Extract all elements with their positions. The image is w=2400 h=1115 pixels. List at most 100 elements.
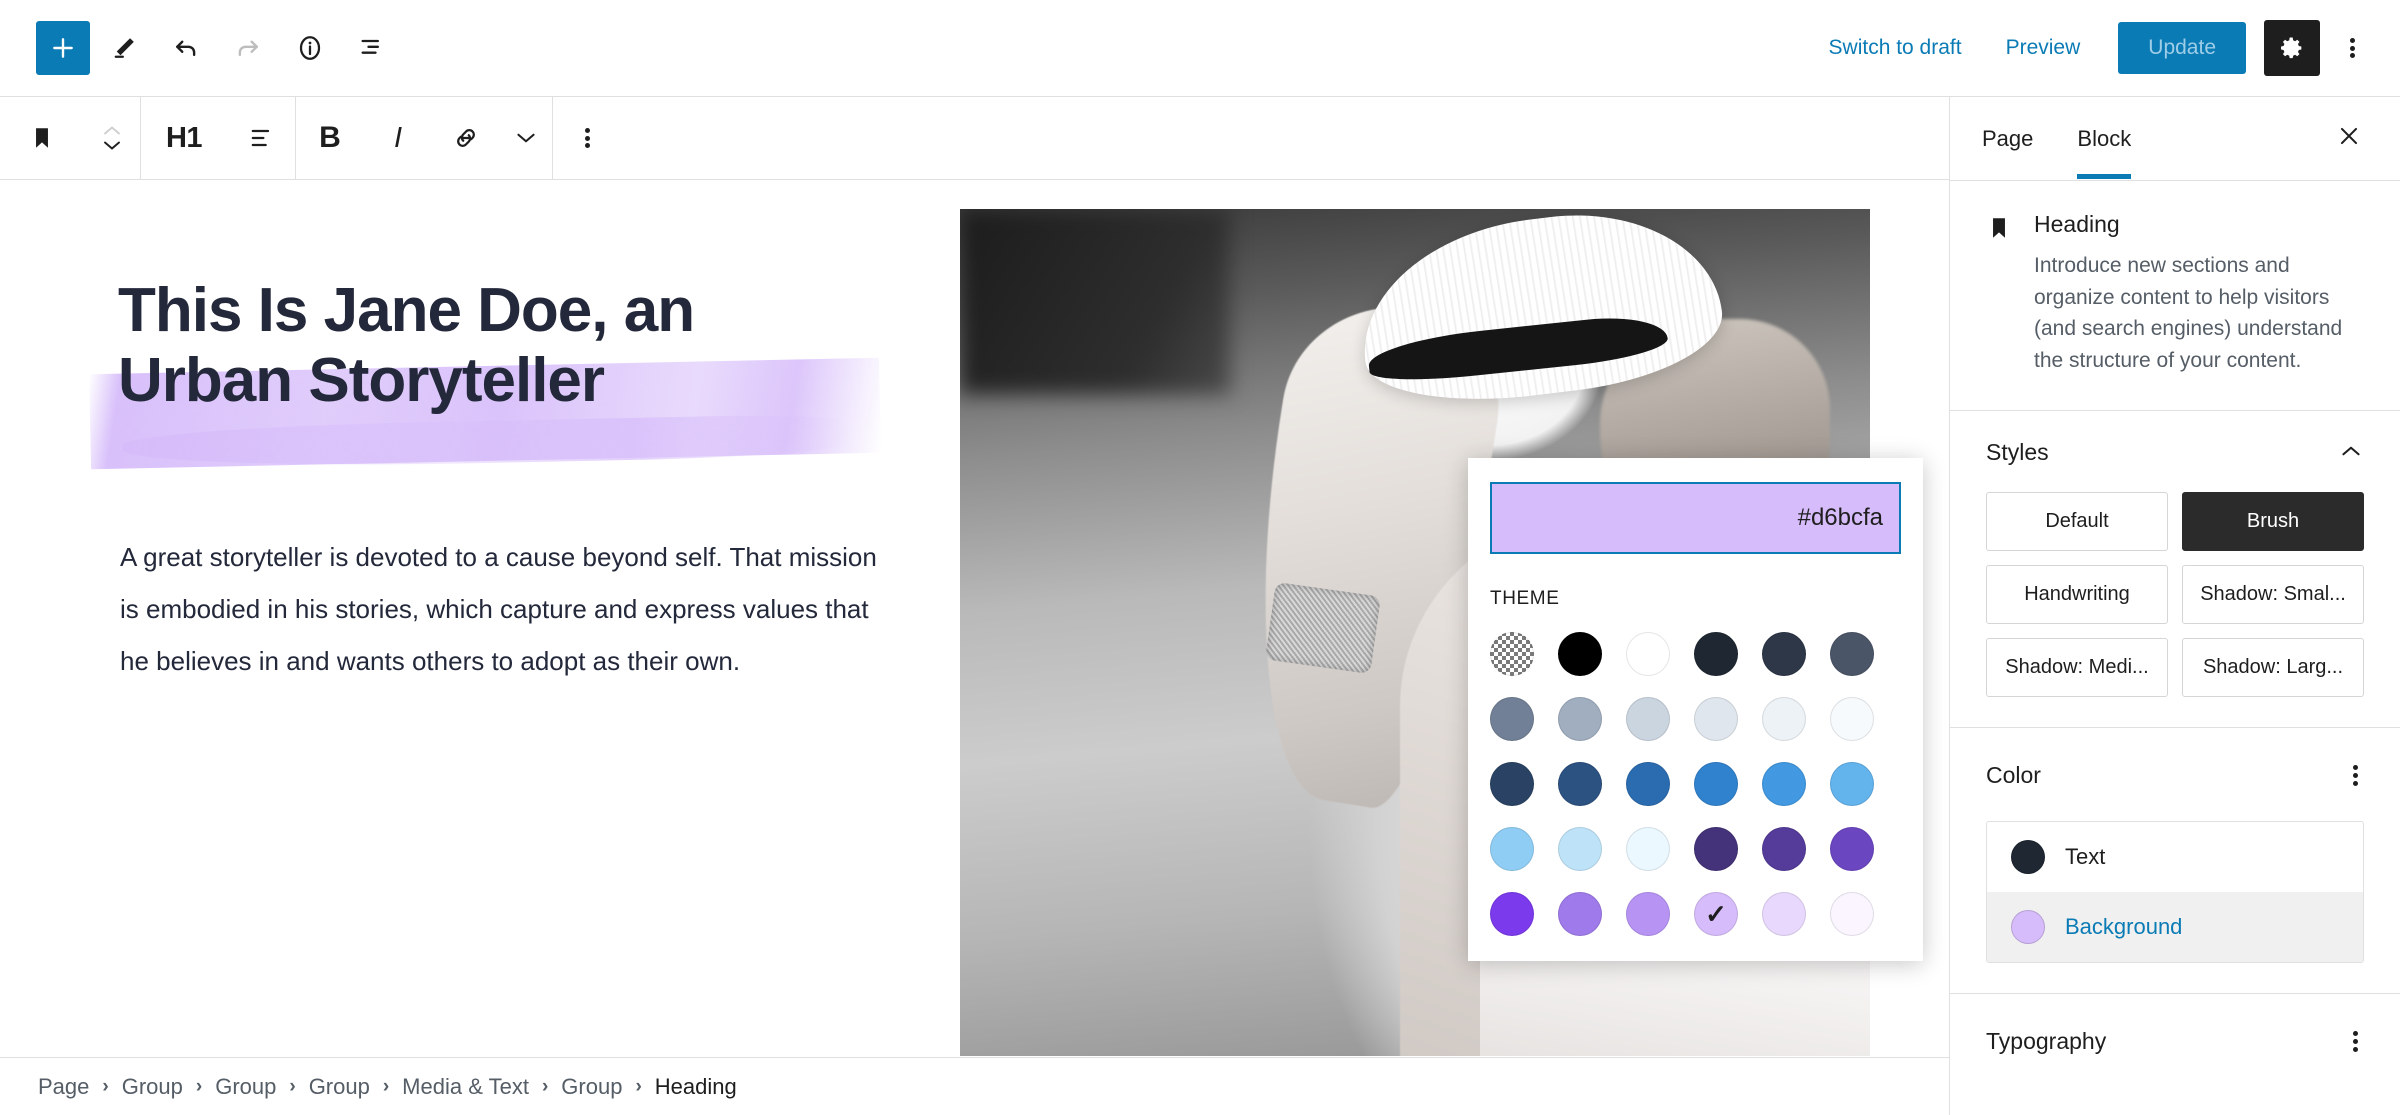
block-movers[interactable] <box>84 123 140 153</box>
details-button[interactable] <box>282 20 338 76</box>
block-card-description: Introduce new sections and organize cont… <box>2034 254 2343 372</box>
redo-button[interactable] <box>220 20 276 76</box>
undo-button[interactable] <box>158 20 214 76</box>
swatch-blue-100[interactable] <box>1626 827 1670 871</box>
swatch-purple-200[interactable] <box>1762 892 1806 936</box>
background-color-label: Background <box>2065 914 2183 939</box>
typography-section-header: Typography <box>1986 1022 2364 1061</box>
swatch-purple-500[interactable] <box>1558 892 1602 936</box>
info-icon <box>299 36 321 60</box>
color-row-text[interactable]: Text <box>1987 822 2363 892</box>
swatch-blue-400[interactable] <box>1830 762 1874 806</box>
align-text-button[interactable] <box>227 97 295 179</box>
preview-button[interactable]: Preview <box>1986 26 2101 70</box>
swatch-gray-900[interactable] <box>1694 632 1738 676</box>
color-title: Color <box>1986 762 2041 788</box>
swatch-gray-800[interactable] <box>1762 632 1806 676</box>
swatch-purple-600[interactable] <box>1490 892 1534 936</box>
kebab-menu-icon <box>584 126 590 151</box>
swatch-blue-300[interactable] <box>1490 827 1534 871</box>
color-options-kebab-icon[interactable] <box>2347 756 2364 795</box>
color-row-background[interactable]: Background <box>1987 892 2363 962</box>
swatch-purple-900[interactable] <box>1694 827 1738 871</box>
swatch-gray-500[interactable] <box>1558 697 1602 741</box>
settings-button[interactable] <box>2264 20 2320 76</box>
swatch-white[interactable] <box>1626 632 1670 676</box>
breadcrumb-item-page[interactable]: Page <box>38 1074 89 1100</box>
tab-block[interactable]: Block <box>2077 100 2153 179</box>
color-section: Color Text Background <box>1950 727 2400 993</box>
block-type-button[interactable] <box>0 97 84 179</box>
swatch-gray-100[interactable] <box>1830 697 1874 741</box>
sidebar-tabs: Page Block <box>1950 97 2400 181</box>
breadcrumb-item-heading[interactable]: Heading <box>655 1074 737 1100</box>
page-title[interactable]: This Is Jane Doe, an Urban Storyteller <box>118 276 878 416</box>
switch-to-draft-button[interactable]: Switch to draft <box>1809 26 1982 70</box>
style-option-shadow-large[interactable]: Shadow: Larg... <box>2182 638 2364 697</box>
swatch-purple-800[interactable] <box>1762 827 1806 871</box>
swatch-black[interactable] <box>1558 632 1602 676</box>
heading-bookmark-icon <box>36 128 48 148</box>
chevron-up-icon[interactable] <box>100 123 124 138</box>
style-option-brush[interactable]: Brush <box>2182 492 2364 551</box>
tools-pencil-button[interactable] <box>96 20 152 76</box>
swatch-blue-900[interactable] <box>1490 762 1534 806</box>
style-option-shadow-medium[interactable]: Shadow: Medi... <box>1986 638 2168 697</box>
link-button[interactable] <box>432 97 500 179</box>
image-bracelet <box>1265 582 1381 674</box>
block-toolbar-options-group <box>553 97 621 179</box>
swatch-blue-200[interactable] <box>1558 827 1602 871</box>
check-icon: ✓ <box>1705 899 1727 929</box>
breadcrumb-separator: › <box>102 1075 109 1097</box>
swatch-gray-400[interactable] <box>1626 697 1670 741</box>
undo-icon <box>176 40 196 57</box>
chevron-down-icon[interactable] <box>100 138 124 153</box>
styles-collapse-button[interactable] <box>2338 443 2364 462</box>
list-view-button[interactable] <box>344 20 400 76</box>
heading-level-button[interactable]: H1 <box>141 97 227 179</box>
add-block-button[interactable] <box>36 21 90 75</box>
breadcrumb-item-group[interactable]: Group <box>561 1074 622 1100</box>
close-sidebar-button[interactable] <box>2326 116 2372 162</box>
breadcrumb-item-group[interactable]: Group <box>122 1074 183 1100</box>
swatch-transparent[interactable] <box>1490 632 1534 676</box>
swatch-purple-100[interactable] <box>1830 892 1874 936</box>
color-value-input[interactable]: #d6bcfa <box>1490 482 1901 554</box>
swatch-blue-500[interactable] <box>1762 762 1806 806</box>
breadcrumb-item-media-text[interactable]: Media & Text <box>402 1074 529 1100</box>
typography-options-kebab-icon[interactable] <box>2347 1022 2364 1061</box>
swatch-blue-700[interactable] <box>1626 762 1670 806</box>
breadcrumb-item-group[interactable]: Group <box>309 1074 370 1100</box>
style-option-default[interactable]: Default <box>1986 492 2168 551</box>
swatch-purple-300[interactable]: ✓ <box>1694 892 1738 936</box>
breadcrumb-item-group[interactable]: Group <box>215 1074 276 1100</box>
more-options-button[interactable] <box>2330 20 2374 76</box>
pencil-icon <box>114 38 134 58</box>
update-button[interactable]: Update <box>2118 22 2246 74</box>
swatch-blue-600[interactable] <box>1694 762 1738 806</box>
tab-page[interactable]: Page <box>1982 100 2055 178</box>
swatch-gray-700[interactable] <box>1830 632 1874 676</box>
italic-button[interactable]: I <box>364 97 432 179</box>
block-toolbar-format-group: B I <box>296 97 552 179</box>
style-option-handwriting[interactable]: Handwriting <box>1986 565 2168 624</box>
swatch-gray-300[interactable] <box>1694 697 1738 741</box>
bold-button[interactable]: B <box>296 97 364 179</box>
plus-icon <box>53 38 73 58</box>
chevron-up-icon <box>2342 446 2360 456</box>
breadcrumb-separator: › <box>289 1075 296 1097</box>
swatch-purple-400[interactable] <box>1626 892 1670 936</box>
block-options-button[interactable] <box>553 97 621 179</box>
kebab-menu-icon <box>2349 36 2355 61</box>
color-hex-value: #d6bcfa <box>1797 504 1883 531</box>
swatch-purple-700[interactable] <box>1830 827 1874 871</box>
styles-section-header: Styles <box>1986 439 2364 466</box>
close-icon <box>2340 127 2358 144</box>
style-option-shadow-small[interactable]: Shadow: Smal... <box>2182 565 2364 624</box>
more-formats-button[interactable] <box>500 97 552 179</box>
intro-paragraph[interactable]: A great storyteller is devoted to a caus… <box>120 531 890 687</box>
heading-block[interactable]: This Is Jane Doe, an Urban Storyteller <box>89 276 918 470</box>
swatch-gray-200[interactable] <box>1762 697 1806 741</box>
swatch-blue-800[interactable] <box>1558 762 1602 806</box>
swatch-gray-600[interactable] <box>1490 697 1534 741</box>
